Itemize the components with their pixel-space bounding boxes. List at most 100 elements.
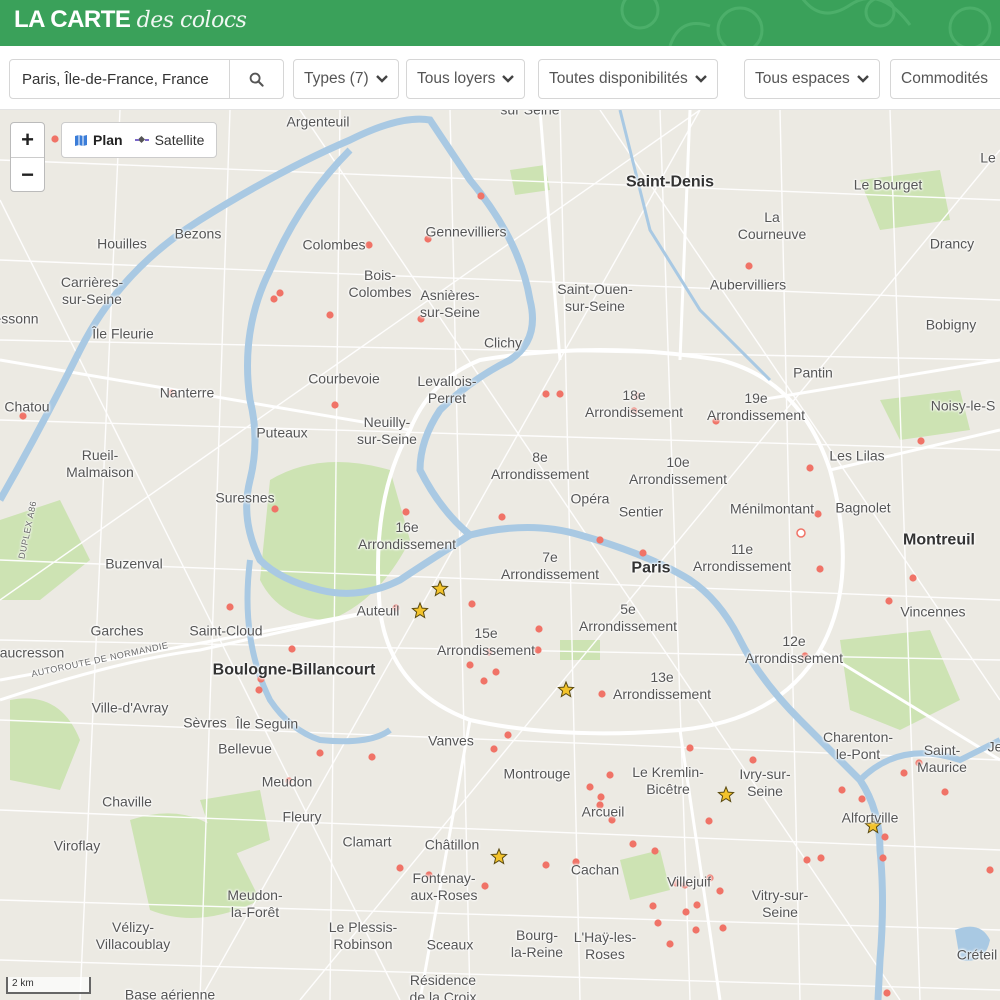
- listing-marker[interactable]: [492, 668, 500, 676]
- place-label: Sèvres: [183, 714, 227, 731]
- listing-marker[interactable]: [596, 536, 604, 544]
- zoom-out-button[interactable]: −: [11, 157, 44, 191]
- listing-marker[interactable]: [719, 924, 727, 932]
- place-label: 19e Arrondissement: [706, 390, 806, 423]
- listing-marker[interactable]: [255, 686, 263, 694]
- listing-marker[interactable]: [368, 753, 376, 761]
- place-label: Buzenval: [105, 555, 163, 572]
- listing-marker[interactable]: [586, 783, 594, 791]
- listing-marker[interactable]: [316, 749, 324, 757]
- listing-marker[interactable]: [917, 437, 925, 445]
- listing-marker[interactable]: [883, 989, 891, 997]
- listing-marker[interactable]: [814, 510, 822, 518]
- listing-marker[interactable]: [402, 508, 410, 516]
- listing-marker[interactable]: [606, 771, 614, 779]
- search-button[interactable]: [229, 60, 283, 98]
- listing-marker[interactable]: [556, 390, 564, 398]
- listing-marker[interactable]: [480, 677, 488, 685]
- place-label: Sceaux: [426, 936, 474, 953]
- listing-marker[interactable]: [900, 769, 908, 777]
- listing-marker[interactable]: [466, 661, 474, 669]
- listing-marker[interactable]: [468, 600, 476, 608]
- zoom-in-button[interactable]: +: [11, 123, 44, 157]
- listing-marker[interactable]: [817, 854, 825, 862]
- featured-star-marker[interactable]: [490, 847, 508, 865]
- listing-marker[interactable]: [705, 817, 713, 825]
- zoom-control: + −: [10, 122, 45, 192]
- listing-marker[interactable]: [598, 690, 606, 698]
- featured-star-marker[interactable]: [717, 785, 735, 803]
- listing-marker[interactable]: [858, 795, 866, 803]
- listing-marker[interactable]: [276, 289, 284, 297]
- place-label: Rueil- Malmaison: [66, 447, 134, 480]
- listing-marker[interactable]: [504, 731, 512, 739]
- featured-star-marker[interactable]: [411, 601, 429, 619]
- plan-layer-button[interactable]: Plan: [68, 126, 129, 154]
- amenities-filter-button[interactable]: Commodités: [890, 59, 1000, 99]
- listing-marker[interactable]: [498, 513, 506, 521]
- spaces-filter-button[interactable]: Tous espaces: [744, 59, 880, 99]
- rent-filter-button[interactable]: Tous loyers: [406, 59, 526, 99]
- listing-marker[interactable]: [649, 902, 657, 910]
- place-label: Le Plessis- Robinson: [328, 919, 398, 952]
- place-label: essonn: [0, 310, 39, 327]
- listing-marker[interactable]: [226, 603, 234, 611]
- listing-marker[interactable]: [806, 464, 814, 472]
- listing-marker[interactable]: [396, 864, 404, 872]
- listing-marker[interactable]: [816, 565, 824, 573]
- listing-marker[interactable]: [365, 241, 373, 249]
- listing-marker[interactable]: [749, 756, 757, 764]
- listing-marker[interactable]: [803, 856, 811, 864]
- listing-marker[interactable]: [745, 262, 753, 270]
- place-label: 5e Arrondissement: [578, 601, 678, 634]
- availability-filter-button[interactable]: Toutes disponibilités: [538, 59, 718, 99]
- listing-marker[interactable]: [682, 908, 690, 916]
- map-view[interactable]: Argenteuil Saint-Denis Le Bourget La Courne…: [0, 110, 1000, 1000]
- listing-marker[interactable]: [542, 390, 550, 398]
- listing-marker[interactable]: [639, 549, 647, 557]
- listing-marker[interactable]: [270, 295, 278, 303]
- listing-marker[interactable]: [692, 926, 700, 934]
- place-label: Bezons: [174, 225, 222, 242]
- header-decoration: [620, 0, 992, 46]
- listing-marker[interactable]: [879, 854, 887, 862]
- listing-marker[interactable]: [597, 793, 605, 801]
- place-label: Vincennes: [900, 603, 966, 620]
- listing-marker[interactable]: [535, 625, 543, 633]
- listing-marker[interactable]: [326, 311, 334, 319]
- listing-marker[interactable]: [941, 788, 949, 796]
- listing-marker[interactable]: [490, 745, 498, 753]
- listing-marker[interactable]: [838, 786, 846, 794]
- listing-marker[interactable]: [542, 861, 550, 869]
- place-label: Boulogne-Billancourt: [212, 661, 376, 679]
- place-label: Paris: [631, 559, 671, 577]
- listing-marker[interactable]: [331, 401, 339, 409]
- listing-marker[interactable]: [481, 882, 489, 890]
- listing-marker[interactable]: [534, 646, 542, 654]
- place-label: Ville-d'Avray: [91, 699, 169, 716]
- listing-marker[interactable]: [693, 901, 701, 909]
- place-label: Gennevilliers: [425, 223, 507, 240]
- satellite-layer-button[interactable]: Satellite: [129, 126, 211, 154]
- listing-marker[interactable]: [629, 840, 637, 848]
- listing-marker[interactable]: [716, 887, 724, 895]
- satellite-label: Satellite: [154, 132, 205, 148]
- place-label: Sentier: [618, 503, 664, 520]
- listing-marker[interactable]: [881, 833, 889, 841]
- types-filter-label: Types (7): [304, 70, 369, 87]
- listing-marker[interactable]: [909, 574, 917, 582]
- app-header: LA CARTE des colocs: [0, 0, 1000, 46]
- types-filter-button[interactable]: Types (7): [293, 59, 399, 99]
- listing-marker[interactable]: [686, 744, 694, 752]
- location-search-input[interactable]: [10, 60, 230, 98]
- brand-logo[interactable]: LA CARTE des colocs: [14, 6, 247, 34]
- listing-marker[interactable]: [885, 597, 893, 605]
- listing-marker[interactable]: [288, 645, 296, 653]
- listing-marker[interactable]: [986, 866, 994, 874]
- listing-marker[interactable]: [477, 192, 485, 200]
- listing-marker[interactable]: [666, 940, 674, 948]
- listing-marker[interactable]: [651, 847, 659, 855]
- listing-marker[interactable]: [654, 919, 662, 927]
- listing-marker[interactable]: [51, 135, 59, 143]
- listing-marker[interactable]: [796, 528, 806, 538]
